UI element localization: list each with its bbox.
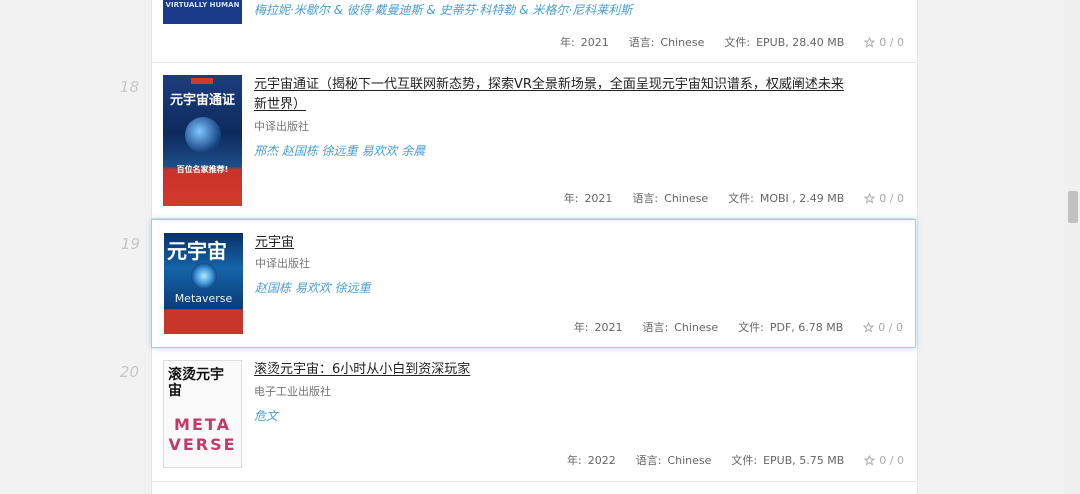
book-publisher[interactable]: 中译出版社 bbox=[254, 118, 309, 134]
globe-image bbox=[185, 117, 221, 153]
cover-title: 元宇宙 bbox=[167, 239, 227, 263]
year-label: 年: bbox=[566, 454, 582, 467]
book-publisher[interactable]: 中译出版社 bbox=[255, 255, 310, 271]
book-item: 18 元宇宙通证 百位名家推荐! 元宇宙通证（揭秘下一代互联网新态势，探索VR全… bbox=[120, 63, 916, 219]
year-label: 年: bbox=[573, 321, 589, 334]
language-value: Chinese bbox=[660, 35, 705, 49]
year-value: 2021 bbox=[580, 35, 609, 49]
language-label: 语言: bbox=[628, 36, 655, 49]
cover-text: VIRTUALLY HUMAN bbox=[165, 1, 240, 9]
language-label: 语言: bbox=[642, 321, 669, 334]
book-cover[interactable]: 元宇宙 Metaverse bbox=[164, 233, 243, 334]
book-item: 20 滚烫元宇宙 META VERSE 滚烫元宇宙：6小时从小白到资深玩家 电子… bbox=[120, 348, 916, 482]
book-publisher[interactable]: 电子工业出版社 bbox=[254, 383, 331, 399]
book-authors[interactable]: 邢杰 赵国栋 徐远重 易欢欢 余晨 bbox=[254, 142, 425, 159]
scrollbar-track[interactable] bbox=[1064, 0, 1080, 494]
file-value: EPUB, 5.75 MB bbox=[763, 453, 845, 467]
year-label: 年: bbox=[559, 36, 575, 49]
item-number: 20 bbox=[119, 363, 139, 381]
language-value: Chinese bbox=[674, 320, 719, 334]
book-authors[interactable]: 赵国栋 易欢欢 徐远重 bbox=[255, 279, 371, 296]
book-meta: 年: 2022 语言: Chinese 文件: EPUB, 5.75 MB 0 … bbox=[567, 452, 904, 468]
language-label: 语言: bbox=[632, 192, 659, 205]
star-icon bbox=[864, 192, 876, 204]
book-meta: 年: 2021 语言: Chinese 文件: MOBI , 2.49 MB 0… bbox=[564, 190, 904, 206]
rating[interactable]: 0 / 0 bbox=[864, 454, 904, 467]
rating-value: 0 / 0 bbox=[879, 453, 904, 467]
file-label: 文件: bbox=[738, 321, 764, 334]
book-title[interactable]: 元宇宙通证（揭秘下一代互联网新态势，探索VR全景新场景，全面呈现元宇宙知识谱系，… bbox=[254, 75, 844, 115]
book-meta: 年: 2021 语言: Chinese 文件: PDF, 6.78 MB 0 /… bbox=[574, 319, 903, 335]
book-item: VIRTUALLY HUMAN 梅拉妮·米歇尔 & 彼得·戴曼迪斯 & 史蒂芬·… bbox=[151, 0, 916, 63]
star-icon bbox=[864, 454, 876, 466]
cover-subtitle: 百位名家推荐! bbox=[176, 165, 229, 174]
book-title[interactable]: 滚烫元宇宙：6小时从小白到资深玩家 bbox=[254, 360, 844, 380]
file-value: PDF, 6.78 MB bbox=[769, 320, 844, 334]
cover-subtitle: Metaverse bbox=[174, 292, 233, 305]
book-title[interactable]: 元宇宙 bbox=[255, 233, 845, 253]
file-label: 文件: bbox=[728, 192, 754, 205]
year-label: 年: bbox=[563, 192, 579, 205]
book-cover[interactable]: VIRTUALLY HUMAN bbox=[163, 0, 242, 24]
year-value: 2021 bbox=[584, 191, 613, 205]
book-meta: 年: 2021 语言: Chinese 文件: EPUB, 28.40 MB 0… bbox=[560, 34, 904, 50]
cover-badge bbox=[191, 78, 213, 84]
book-authors[interactable]: 梅拉妮·米歇尔 & 彼得·戴曼迪斯 & 史蒂芬·科特勒 & 米格尔·尼科莱利斯 bbox=[254, 1, 632, 18]
cover-title: 元宇宙通证 bbox=[169, 93, 235, 108]
star-icon bbox=[864, 36, 876, 48]
rating[interactable]: 0 / 0 bbox=[863, 321, 903, 334]
rating[interactable]: 0 / 0 bbox=[864, 192, 904, 205]
book-item[interactable]: 19 元宇宙 Metaverse 元宇宙 中译出版社 赵国栋 易欢欢 徐远重 年… bbox=[121, 219, 916, 348]
file-value: MOBI , 2.49 MB bbox=[759, 191, 845, 205]
file-value: EPUB, 28.40 MB bbox=[756, 35, 845, 49]
file-label: 文件: bbox=[724, 36, 751, 49]
year-value: 2022 bbox=[587, 453, 616, 467]
language-value: Chinese bbox=[664, 191, 709, 205]
book-cover[interactable]: 滚烫元宇宙 META VERSE bbox=[163, 360, 242, 468]
item-number: 19 bbox=[120, 235, 140, 253]
rating-value: 0 / 0 bbox=[879, 191, 904, 205]
star-icon bbox=[863, 321, 875, 333]
rating-value: 0 / 0 bbox=[878, 320, 903, 334]
book-authors[interactable]: 危文 bbox=[254, 407, 278, 424]
cover-title: 滚烫元宇宙 bbox=[168, 367, 224, 399]
eye-image bbox=[191, 263, 217, 289]
item-number: 18 bbox=[119, 78, 139, 96]
rating[interactable]: 0 / 0 bbox=[864, 36, 904, 49]
scrollbar-thumb[interactable] bbox=[1068, 191, 1078, 223]
rating-value: 0 / 0 bbox=[879, 35, 904, 49]
file-label: 文件: bbox=[731, 454, 758, 467]
language-value: Chinese bbox=[667, 453, 712, 467]
year-value: 2021 bbox=[594, 320, 623, 334]
cover-subtitle: META VERSE bbox=[168, 415, 237, 454]
book-cover[interactable]: 元宇宙通证 百位名家推荐! bbox=[163, 75, 242, 206]
language-label: 语言: bbox=[635, 454, 662, 467]
